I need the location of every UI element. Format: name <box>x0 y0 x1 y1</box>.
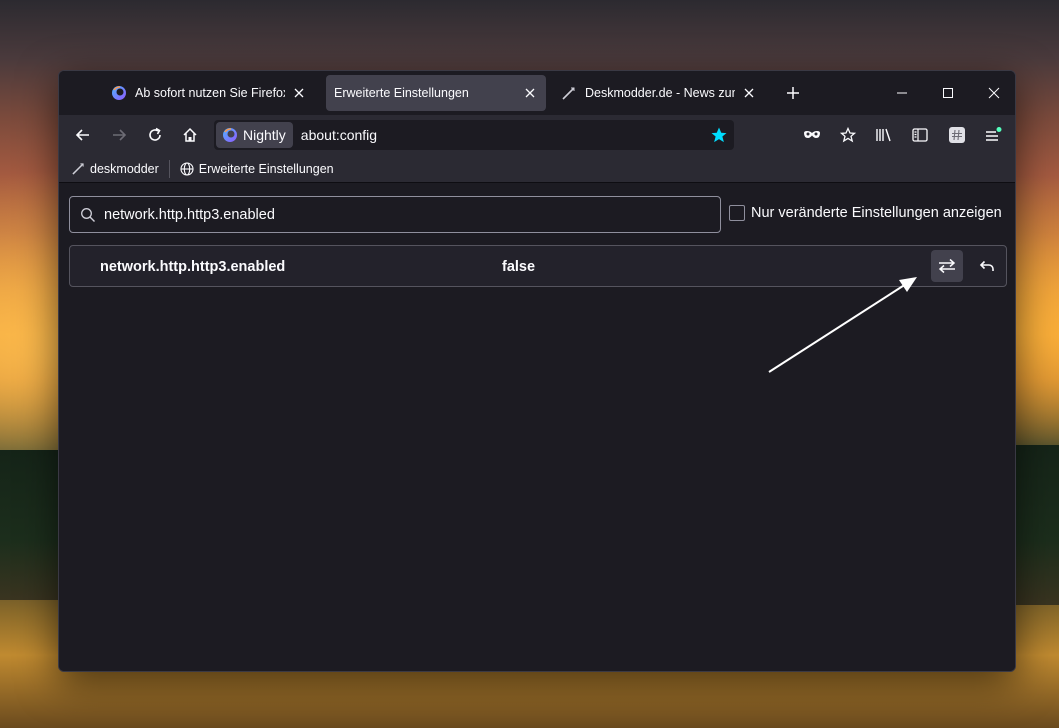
toggle-arrows-icon <box>938 258 956 274</box>
tab-erweiterte-einstellungen[interactable]: Erweiterte Einstellungen <box>326 75 546 111</box>
minimize-icon <box>897 92 907 94</box>
preference-value: false <box>502 259 536 275</box>
private-browsing-button[interactable] <box>800 123 824 147</box>
show-modified-checkbox[interactable] <box>729 205 745 221</box>
nightly-icon <box>223 128 237 142</box>
bookmark-label: Erweiterte Einstellungen <box>198 161 334 176</box>
bookmark-separator <box>168 159 170 178</box>
forward-button[interactable] <box>107 123 131 147</box>
plus-icon <box>787 87 799 99</box>
close-icon[interactable] <box>291 85 307 101</box>
tab-firefox-nightly[interactable]: Ab sofort nutzen Sie Firefox Nightly <box>103 75 315 111</box>
deskmodder-icon <box>71 162 85 176</box>
toggle-button[interactable] <box>931 250 963 282</box>
close-window-button[interactable] <box>982 81 1006 105</box>
tab-deskmodder[interactable]: Deskmodder.de - News zum Thema <box>553 75 765 111</box>
tab-title: Erweiterte Einstellungen <box>334 86 469 100</box>
hashtag-extension-icon <box>949 127 965 143</box>
mask-icon <box>804 131 820 138</box>
about-config-page: Nur veränderte Einstellungen anzeigen ne… <box>59 183 1015 671</box>
preference-row: network.http.http3.enabled false <box>69 245 1007 287</box>
sidebar-icon <box>912 128 928 142</box>
bookmarks-toolbar: deskmodder Erweiterte Einstellungen <box>59 155 1015 183</box>
preference-name: network.http.http3.enabled <box>100 259 286 275</box>
new-tab-button[interactable] <box>783 83 803 103</box>
application-menu-button[interactable] <box>981 123 1005 147</box>
identity-box[interactable]: Nightly <box>216 122 293 148</box>
maximize-button[interactable] <box>936 81 960 105</box>
tab-bar: Ab sofort nutzen Sie Firefox Nightly Erw… <box>59 71 1015 115</box>
bookmark-erweiterte-einstellungen[interactable]: Erweiterte Einstellungen <box>180 162 334 176</box>
background-trees-right <box>1014 445 1059 605</box>
save-to-pocket-button[interactable] <box>836 123 860 147</box>
close-icon[interactable] <box>741 85 757 101</box>
library-button[interactable] <box>872 123 896 147</box>
show-modified-label: Nur veränderte Einstellungen anzeigen <box>751 205 1002 221</box>
url-bar[interactable]: Nightly about:config <box>214 120 734 150</box>
close-icon[interactable] <box>522 85 538 101</box>
navigation-toolbar: Nightly about:config <box>59 115 1015 155</box>
library-icon <box>876 128 891 142</box>
sidebar-button[interactable] <box>908 123 932 147</box>
maximize-icon <box>943 88 953 98</box>
hamburger-menu-icon <box>986 127 1002 141</box>
show-modified-option[interactable]: Nur veränderte Einstellungen anzeigen <box>729 205 1002 221</box>
url-text[interactable]: about:config <box>301 127 704 143</box>
background-trees-left <box>0 450 60 600</box>
home-button[interactable] <box>178 123 202 147</box>
home-icon <box>183 127 197 142</box>
preference-search-box[interactable] <box>69 196 721 233</box>
close-icon <box>988 87 1000 99</box>
browser-window: Ab sofort nutzen Sie Firefox Nightly Erw… <box>58 70 1016 672</box>
tab-title: Deskmodder.de - News zum Thema <box>585 86 735 100</box>
tab-title: Ab sofort nutzen Sie Firefox Nightly <box>135 86 285 100</box>
bookmark-label: deskmodder <box>90 161 159 176</box>
bookmark-deskmodder[interactable]: deskmodder <box>71 162 159 176</box>
star-plus-icon <box>840 127 856 143</box>
nightly-icon <box>111 85 127 101</box>
minimize-button[interactable] <box>890 81 914 105</box>
extension-button[interactable] <box>945 123 969 147</box>
reload-icon <box>149 127 161 141</box>
back-arrow-icon <box>75 129 89 141</box>
reset-button[interactable] <box>971 250 1003 282</box>
undo-icon <box>979 260 994 271</box>
bookmark-star-button[interactable] <box>704 120 734 150</box>
star-icon <box>711 127 727 143</box>
identity-label: Nightly <box>243 127 286 143</box>
forward-arrow-icon <box>113 129 127 141</box>
search-input[interactable] <box>104 206 720 223</box>
reload-button[interactable] <box>143 123 167 147</box>
deskmodder-icon <box>561 85 577 101</box>
search-icon <box>81 207 95 222</box>
globe-icon <box>180 161 194 176</box>
back-button[interactable] <box>71 123 95 147</box>
